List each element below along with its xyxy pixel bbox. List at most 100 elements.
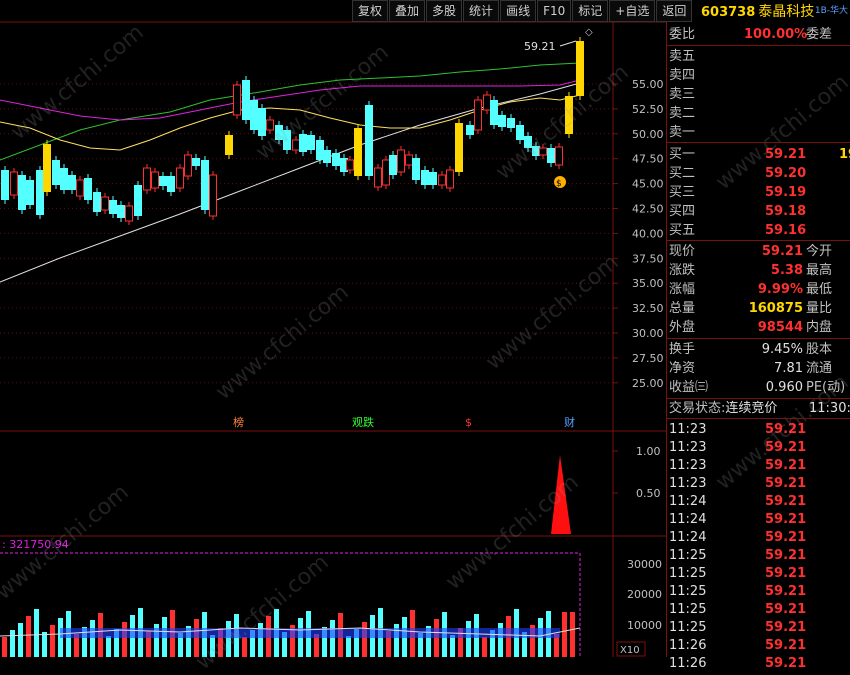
quote-label-right: 量比 [806, 301, 833, 316]
price-axis-label: 50.00 [632, 128, 664, 141]
tick-price: 59.21 [765, 548, 807, 563]
candle [93, 192, 101, 212]
volume-bar [562, 612, 567, 657]
svg-text:X10: X10 [620, 645, 640, 656]
stock-title: 603738 泰晶科技 1B-华大 [666, 0, 850, 22]
candle [483, 94, 491, 111]
quote-panel: 委比 100.00%委差卖五卖四卖三卖二卖一买一 59.21 19 买二 59.20 买三 5… [666, 22, 850, 671]
marker-dollar: $ [465, 416, 472, 429]
toolbar-button-6[interactable]: 标记 [572, 0, 609, 22]
candle [382, 159, 390, 186]
price-axis-label: 30.00 [632, 327, 664, 340]
price-axis-label: 45.00 [632, 178, 664, 191]
candle [184, 154, 192, 177]
svg-text:20000: 20000 [627, 588, 662, 601]
candle [26, 180, 34, 205]
quote-label: 净资 [669, 361, 696, 376]
candle [466, 125, 474, 135]
toolbar-button-2[interactable]: 多股 [426, 0, 463, 22]
tick-price: 59.21 [765, 656, 807, 671]
candle [84, 178, 92, 200]
candle [250, 100, 258, 130]
toolbar-button-7[interactable]: +自选 [609, 0, 656, 22]
weibi-label: 委比 [669, 27, 696, 42]
tick-time: 11:23 [669, 476, 707, 491]
candle [192, 158, 200, 166]
volume-bar [466, 621, 471, 657]
candle [52, 160, 60, 185]
candle [159, 176, 167, 186]
candle [397, 149, 405, 173]
candle [455, 123, 463, 172]
toolbar-button-4[interactable]: 画线 [500, 0, 537, 22]
candle [332, 153, 340, 166]
candle [143, 167, 151, 191]
quote-label-right: 流通 [806, 361, 833, 376]
volume-bar [482, 637, 487, 657]
svg-text:◇: ◇ [585, 27, 593, 38]
quote-label: 现价 [669, 244, 696, 259]
buy-price: 59.19 [765, 185, 807, 200]
volume-bar [42, 632, 47, 657]
high-price-label: 59.21 [524, 40, 556, 53]
tick-time: 11:26 [669, 638, 707, 653]
sell-level-label: 卖一 [669, 125, 696, 140]
quote-value: 7.81 [774, 361, 803, 376]
candle [516, 125, 524, 140]
quote-value: 0.960 [765, 380, 803, 395]
candle [43, 144, 51, 192]
candle [225, 135, 233, 155]
volume-bar [2, 637, 7, 657]
svg-text:1.00: 1.00 [636, 445, 661, 458]
candle [60, 168, 68, 190]
candle [292, 139, 300, 151]
volume-bar [210, 635, 215, 657]
money-bag-icon[interactable]: $ [554, 176, 566, 189]
trade-time: 11:30: [809, 401, 850, 416]
quote-value: 5.38 [770, 263, 803, 278]
candle [68, 175, 76, 190]
candle [507, 118, 515, 128]
volume-bar [450, 635, 455, 657]
tick-price: 59.21 [765, 584, 807, 599]
candle [421, 170, 429, 185]
toolbar-button-1[interactable]: 叠加 [389, 0, 426, 22]
toolbar-button-5[interactable]: F10 [537, 0, 572, 22]
price-axis-label: 35.00 [632, 277, 664, 290]
toolbar-button-0[interactable]: 复权 [352, 0, 389, 22]
candle [474, 99, 482, 131]
candle [565, 96, 573, 134]
tick-time: 11:25 [669, 548, 707, 563]
tick-price: 59.21 [765, 422, 807, 437]
tick-price: 59.21 [765, 602, 807, 617]
trade-status-label: 交易状态: [669, 401, 726, 416]
tick-price: 59.21 [765, 566, 807, 581]
sell-level-label: 卖二 [669, 106, 696, 121]
quote-label: 外盘 [669, 320, 696, 335]
buy-price: 59.18 [765, 204, 807, 219]
tick-price: 59.21 [765, 530, 807, 545]
candle [258, 108, 266, 136]
toolbar-button-3[interactable]: 统计 [463, 0, 500, 22]
candle [374, 167, 382, 188]
price-axis-label: 52.50 [632, 103, 664, 116]
volume-bar [50, 625, 55, 657]
tick-time: 11:25 [669, 602, 707, 617]
candle [117, 205, 125, 218]
sell-level-label: 卖五 [669, 49, 696, 64]
buy-price: 59.21 [765, 147, 807, 162]
kline-chart-area[interactable]: 55.00 52.50 50.00 47.50 45.00 42.50 40.00 37.50… [0, 0, 666, 657]
tick-time: 11:23 [669, 440, 707, 455]
candle [299, 134, 307, 152]
candle [539, 147, 547, 156]
candle [446, 169, 454, 189]
candle [389, 155, 397, 175]
quote-label-right: 最低 [806, 282, 833, 297]
volume-bar [346, 636, 351, 657]
quote-label-right: 内盘 [806, 320, 833, 335]
tick-time: 11:26 [669, 656, 707, 671]
tick-time: 11:23 [669, 458, 707, 473]
marker-bang: 榜 [233, 415, 244, 429]
tick-time: 11:24 [669, 494, 707, 509]
buy-level-label: 买三 [669, 185, 696, 200]
